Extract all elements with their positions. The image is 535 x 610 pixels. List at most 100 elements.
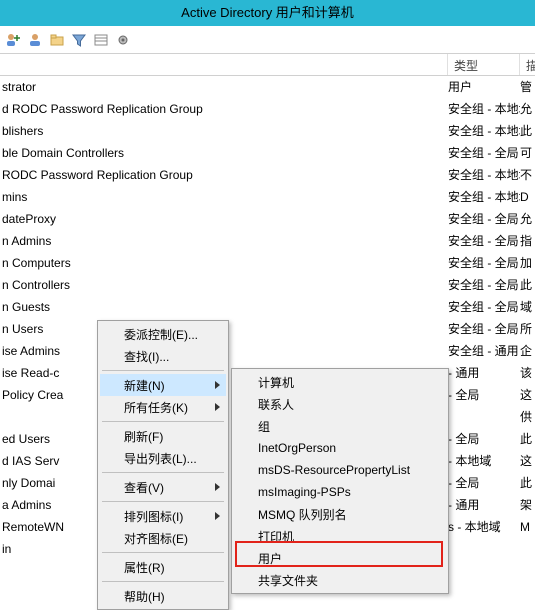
table-row[interactable]: dateProxy安全组 - 全局允 — [0, 208, 535, 230]
submenu-item-label: 共享文件夹 — [258, 572, 318, 589]
toolbar-user-add-icon[interactable] — [4, 31, 22, 49]
cell-type: 安全组 - 全局 — [448, 252, 520, 274]
cell-desc: 此 — [520, 274, 535, 296]
menu-separator — [102, 472, 224, 473]
cell-type: s - 本地域 — [448, 516, 520, 538]
menu-item[interactable]: 所有任务(K) — [100, 396, 226, 418]
toolbar-gear-icon[interactable] — [114, 31, 132, 49]
cell-type: - 全局 — [448, 428, 520, 450]
submenu-item[interactable]: 计算机 — [234, 371, 446, 393]
cell-desc: 该 — [520, 362, 535, 384]
cell-desc — [520, 538, 535, 560]
chevron-right-icon — [215, 483, 220, 491]
submenu-item-label: 联系人 — [258, 396, 294, 413]
table-row[interactable]: n Guests安全组 - 全局域 — [0, 296, 535, 318]
menu-item-label: 刷新(F) — [124, 428, 163, 445]
menu-item-label: 所有任务(K) — [124, 399, 188, 416]
submenu-item-label: msDS-ResourcePropertyList — [258, 463, 410, 477]
menu-item-label: 查看(V) — [124, 479, 164, 496]
menu-item[interactable]: 属性(R) — [100, 556, 226, 578]
toolbar-funnel-icon[interactable] — [70, 31, 88, 49]
submenu-item[interactable]: msImaging-PSPs — [234, 481, 446, 503]
menu-item[interactable]: 导出列表(L)... — [100, 447, 226, 469]
menu-separator — [102, 581, 224, 582]
cell-type: - 通用 — [448, 362, 520, 384]
chevron-right-icon — [215, 381, 220, 389]
cell-desc: 此 — [520, 428, 535, 450]
toolbar-folder-icon[interactable] — [48, 31, 66, 49]
menu-item[interactable]: 排列图标(I) — [100, 505, 226, 527]
menu-item[interactable]: 新建(N) — [100, 374, 226, 396]
column-header-name[interactable] — [0, 54, 448, 75]
cell-name: dateProxy — [0, 208, 448, 230]
cell-name: strator — [0, 76, 448, 98]
submenu-item-label: InetOrgPerson — [258, 441, 336, 455]
table-row[interactable]: n Controllers安全组 - 全局此 — [0, 274, 535, 296]
submenu-item[interactable]: 共享文件夹 — [234, 569, 446, 591]
cell-name: n Admins — [0, 230, 448, 252]
toolbar-user-icon[interactable] — [26, 31, 44, 49]
cell-desc: 这 — [520, 384, 535, 406]
table-row[interactable]: ise Admins安全组 - 通用企 — [0, 340, 535, 362]
cell-desc: 不 — [520, 164, 535, 186]
table-row[interactable]: ble Domain Controllers安全组 - 全局可 — [0, 142, 535, 164]
menu-separator — [102, 370, 224, 371]
table-row[interactable]: RODC Password Replication Group安全组 - 本地域… — [0, 164, 535, 186]
table-row[interactable]: strator用户管 — [0, 76, 535, 98]
table-row[interactable]: n Users安全组 - 全局所 — [0, 318, 535, 340]
menu-item-label: 查找(I)... — [124, 348, 169, 365]
menu-item[interactable]: 委派控制(E)... — [100, 323, 226, 345]
menu-item[interactable]: 查看(V) — [100, 476, 226, 498]
cell-type: 安全组 - 本地域 — [448, 164, 520, 186]
menu-item[interactable]: 对齐图标(E) — [100, 527, 226, 549]
cell-desc: 供 — [520, 406, 535, 428]
table-row[interactable]: n Admins安全组 - 全局指 — [0, 230, 535, 252]
cell-name: n Guests — [0, 296, 448, 318]
toolbar-list-icon[interactable] — [92, 31, 110, 49]
menu-separator — [102, 501, 224, 502]
table-row[interactable]: n Computers安全组 - 全局加 — [0, 252, 535, 274]
table-row[interactable]: mins安全组 - 本地域D — [0, 186, 535, 208]
menu-item[interactable]: 刷新(F) — [100, 425, 226, 447]
cell-type: 安全组 - 通用 — [448, 340, 520, 362]
cell-name: n Computers — [0, 252, 448, 274]
cell-name: RODC Password Replication Group — [0, 164, 448, 186]
cell-type: - 全局 — [448, 472, 520, 494]
toolbar — [0, 26, 535, 54]
menu-separator — [102, 552, 224, 553]
menu-item[interactable]: 帮助(H) — [100, 585, 226, 607]
submenu-item[interactable]: InetOrgPerson — [234, 437, 446, 459]
cell-type: - 全局 — [448, 384, 520, 406]
menu-separator — [102, 421, 224, 422]
chevron-right-icon — [215, 403, 220, 411]
cell-desc: 架 — [520, 494, 535, 516]
column-header-type[interactable]: 类型 — [448, 54, 520, 75]
cell-desc: 加 — [520, 252, 535, 274]
cell-type — [448, 538, 520, 560]
context-menu: 委派控制(E)... 查找(I)... 新建(N) 所有任务(K) 刷新(F) 导出列表(… — [97, 320, 229, 610]
cell-type: 安全组 - 全局 — [448, 230, 520, 252]
submenu-item[interactable]: 组 — [234, 415, 446, 437]
chevron-right-icon — [215, 512, 220, 520]
cell-desc: 允 — [520, 208, 535, 230]
cell-desc: M — [520, 516, 535, 538]
submenu-item-label: 用户 — [258, 550, 282, 567]
submenu-item[interactable]: msDS-ResourcePropertyList — [234, 459, 446, 481]
submenu-item[interactable]: MSMQ 队列别名 — [234, 503, 446, 525]
cell-desc: 所 — [520, 318, 535, 340]
submenu-item[interactable]: 打印机 — [234, 525, 446, 547]
cell-desc: 此 — [520, 120, 535, 142]
submenu-item[interactable]: 用户 — [234, 547, 446, 569]
table-row[interactable]: d RODC Password Replication Group安全组 - 本… — [0, 98, 535, 120]
cell-type — [448, 406, 520, 428]
table-row[interactable]: blishers安全组 - 本地域此 — [0, 120, 535, 142]
column-header-desc[interactable]: 描 — [520, 54, 535, 75]
cell-desc: 可 — [520, 142, 535, 164]
menu-item[interactable]: 查找(I)... — [100, 345, 226, 367]
cell-type: - 通用 — [448, 494, 520, 516]
cell-type: 安全组 - 全局 — [448, 208, 520, 230]
cell-type: 安全组 - 全局 — [448, 142, 520, 164]
cell-desc: 此 — [520, 472, 535, 494]
cell-desc: 域 — [520, 296, 535, 318]
submenu-item[interactable]: 联系人 — [234, 393, 446, 415]
